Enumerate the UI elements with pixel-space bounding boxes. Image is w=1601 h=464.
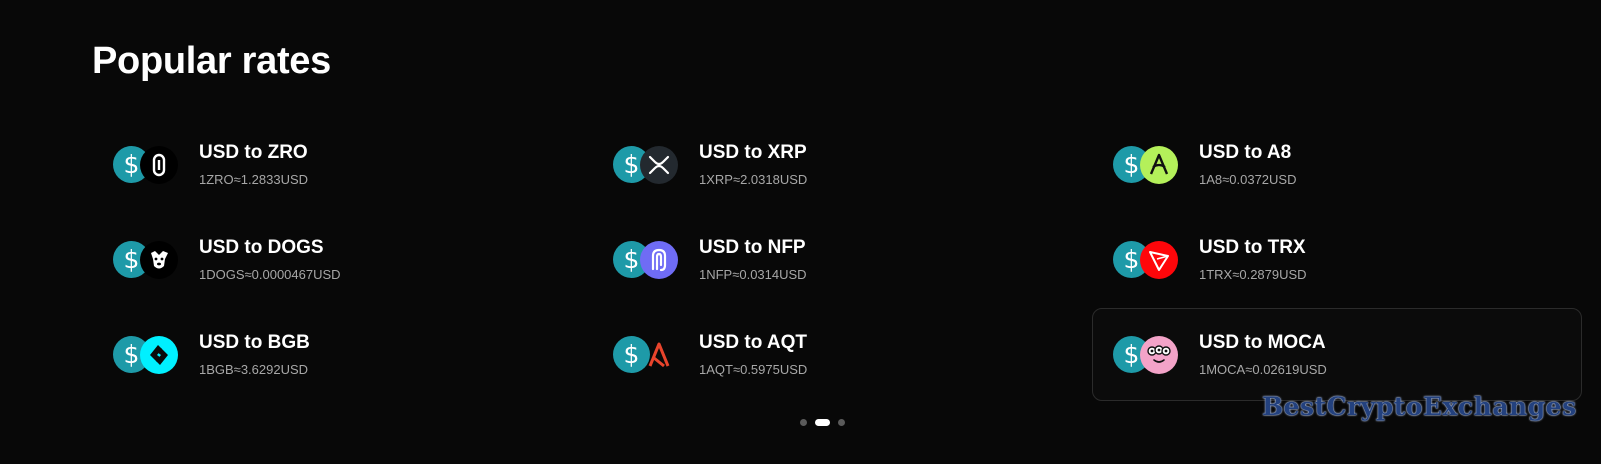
- rate-title: USD to TRX: [1199, 236, 1306, 258]
- trx-icon: [1140, 240, 1178, 279]
- currency-pair-icons: $: [113, 145, 181, 184]
- rate-subtitle: 1A8≈0.0372USD: [1199, 171, 1297, 187]
- currency-pair-icons: $: [1113, 335, 1181, 374]
- rate-card-bgb[interactable]: $ USD to BGB 1BGB≈3.6292USD: [92, 308, 582, 401]
- zro-icon: [140, 145, 178, 184]
- rate-title: USD to ZRO: [199, 141, 308, 163]
- rate-subtitle: 1XRP≈2.0318USD: [699, 171, 808, 187]
- watermark-logo: BestCryptoExchanges: [1262, 392, 1577, 421]
- rate-subtitle: 1MOCA≈0.02619USD: [1199, 361, 1327, 377]
- aqt-icon: [640, 336, 678, 374]
- bgb-icon: [140, 335, 178, 374]
- rates-grid: $ USD to ZRO 1ZRO≈1.2833USD $ USD to XRP…: [92, 118, 1592, 403]
- rate-card-a8[interactable]: $ USD to A8 1A8≈0.0372USD: [1092, 118, 1582, 211]
- nfp-icon: [640, 240, 678, 279]
- rate-card-moca[interactable]: $ USD to MOCA 1MOCA≈0.02619USD: [1092, 308, 1582, 401]
- currency-pair-icons: $: [113, 240, 181, 279]
- rate-card-aqt[interactable]: $ USD to AQT 1AQT≈0.5975USD: [592, 308, 1082, 401]
- rate-title: USD to XRP: [699, 141, 807, 163]
- currency-pair-icons: $: [113, 335, 181, 374]
- rate-subtitle: 1DOGS≈0.0000467USD: [199, 266, 341, 282]
- pagination-dot-1[interactable]: [800, 419, 807, 426]
- xrp-icon: [640, 145, 678, 184]
- dogs-icon: [140, 240, 178, 279]
- rate-card-nfp[interactable]: $ USD to NFP 1NFP≈0.0314USD: [592, 213, 1082, 306]
- a8-icon: [1140, 145, 1178, 184]
- rate-subtitle: 1ZRO≈1.2833USD: [199, 171, 309, 187]
- rate-subtitle: 1NFP≈0.0314USD: [699, 266, 807, 282]
- rate-card-trx[interactable]: $ USD to TRX 1TRX≈0.2879USD: [1092, 213, 1582, 306]
- rate-subtitle: 1TRX≈0.2879USD: [1199, 266, 1307, 282]
- currency-pair-icons: $: [613, 240, 681, 279]
- rate-title: USD to AQT: [699, 331, 808, 353]
- rate-subtitle: 1BGB≈3.6292USD: [199, 361, 309, 377]
- pagination-dot-3[interactable]: [838, 419, 845, 426]
- rate-card-dogs[interactable]: $ USD to DOGS 1DOGS≈0.0000467USD: [92, 213, 582, 306]
- section-title: Popular rates: [92, 40, 331, 82]
- rate-title: USD to MOCA: [1199, 331, 1326, 353]
- popular-rates-section: Popular rates $ USD to ZRO 1ZRO≈1.2833US…: [0, 0, 1601, 464]
- rate-title: USD to A8: [1199, 141, 1292, 163]
- currency-pair-icons: $: [1113, 145, 1181, 184]
- rate-title: USD to NFP: [699, 236, 806, 258]
- currency-pair-icons: $: [613, 145, 681, 184]
- carousel-pagination: [800, 419, 845, 426]
- currency-pair-icons: $: [613, 335, 681, 374]
- rate-card-zro[interactable]: $ USD to ZRO 1ZRO≈1.2833USD: [92, 118, 582, 211]
- currency-pair-icons: $: [1113, 240, 1181, 279]
- rate-card-xrp[interactable]: $ USD to XRP 1XRP≈2.0318USD: [592, 118, 1082, 211]
- moca-icon: [1140, 335, 1178, 374]
- rate-title: USD to DOGS: [199, 236, 324, 258]
- pagination-dot-2-active[interactable]: [815, 419, 830, 426]
- rate-title: USD to BGB: [199, 331, 310, 353]
- rate-subtitle: 1AQT≈0.5975USD: [699, 361, 808, 377]
